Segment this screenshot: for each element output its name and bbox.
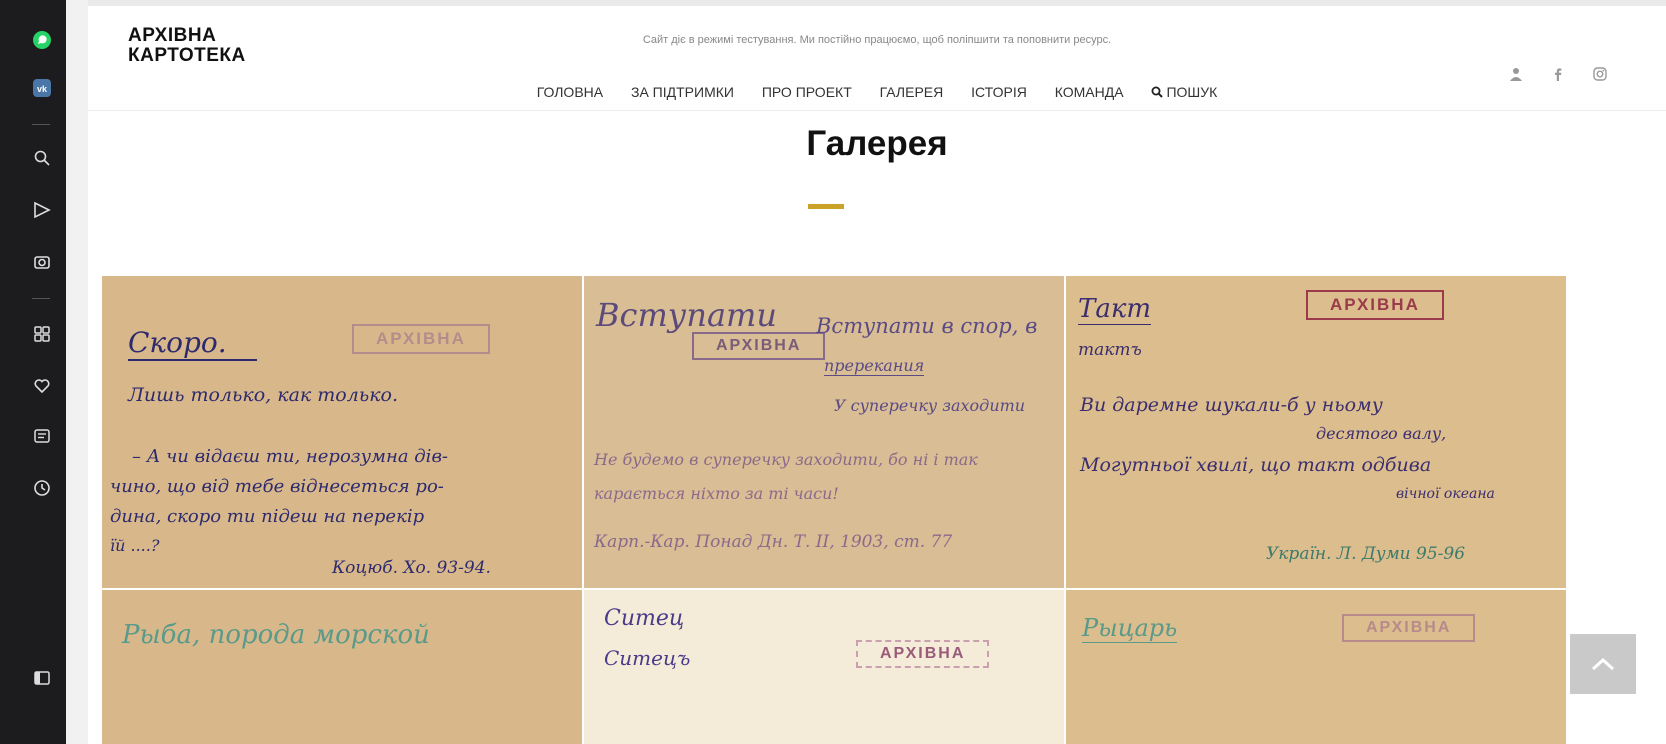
gallery-grid: Скоро. АРХІВНА Лишь только, как только. … [102, 276, 1566, 744]
card-line: пререкания [824, 356, 925, 376]
site-header: АРХІВНА КАРТОТЕКА Сайт діє в режимі тест… [88, 6, 1666, 111]
gallery-card[interactable]: Вступати АРХІВНА Вступати в спор, в прер… [584, 276, 1064, 588]
scroll-to-top-button[interactable] [1570, 634, 1636, 694]
history-icon[interactable] [30, 476, 54, 500]
nav-item-gallery[interactable]: ГАЛЕРЕЯ [880, 84, 944, 100]
card-line: десятого валу, [1316, 424, 1447, 443]
archive-stamp: АРХІВНА [692, 332, 826, 360]
svg-text:vk: vk [37, 84, 48, 94]
card-headword: Рыцарь [1082, 614, 1178, 643]
facebook-icon[interactable] [1550, 66, 1566, 82]
social-links [1508, 66, 1608, 82]
gallery-card[interactable]: Скоро. АРХІВНА Лишь только, как только. … [102, 276, 582, 588]
nav-item-team[interactable]: КОМАНДА [1055, 84, 1124, 100]
card-headword: Рыба, порода морской [122, 620, 430, 650]
web-page: АРХІВНА КАРТОТЕКА Сайт діє в режимі тест… [88, 0, 1666, 744]
card-headword: Такт [1078, 294, 1152, 325]
sidebar-divider [32, 298, 50, 299]
main-nav: ГОЛОВНА ЗА ПІДТРИМКИ ПРО ПРОЕКТ ГАЛЕРЕЯ … [88, 84, 1666, 100]
card-line: чино, що від тебе віднесеться ро- [110, 476, 444, 497]
nav-item-support[interactable]: ЗА ПІДТРИМКИ [631, 84, 734, 100]
card-line: – А чи відаєш ти, нерозумна дів- [132, 446, 449, 467]
nav-item-history[interactable]: ІСТОРІЯ [971, 84, 1027, 100]
gallery-card[interactable]: Такт АРХІВНА тактъ Ви даремне шукали-б у… [1066, 276, 1566, 588]
chevron-up-icon [1591, 657, 1615, 671]
instagram-icon[interactable] [1592, 66, 1608, 82]
apps-icon[interactable] [30, 322, 54, 346]
card-line: карається ніхто за ті часи! [594, 484, 839, 503]
card-line: тактъ [1078, 340, 1142, 360]
title-underline [808, 204, 844, 209]
card-line: Ви даремне шукали-б у ньому [1080, 394, 1383, 416]
vk-icon[interactable]: vk [30, 76, 54, 100]
card-line: У суперечку заходити [834, 396, 1026, 415]
nav-item-search[interactable]: ПОШУК [1151, 84, 1217, 100]
whatsapp-icon[interactable] [30, 28, 54, 52]
card-line: Лишь только, как только. [128, 384, 399, 406]
card-line: Ситецъ [604, 646, 691, 670]
gallery-card[interactable]: Рыба, порода морской [102, 590, 582, 744]
archive-stamp: АРХІВНА [856, 640, 990, 668]
site-logo[interactable]: АРХІВНА КАРТОТЕКА [128, 26, 246, 66]
nav-item-home[interactable]: ГОЛОВНА [537, 84, 603, 100]
archive-stamp: АРХІВНА [352, 324, 490, 354]
gallery-card[interactable]: Рыцарь АРХІВНА [1066, 590, 1566, 744]
page-title: Галерея [806, 124, 948, 163]
archive-stamp: АРХІВНА [1342, 614, 1476, 642]
card-line: Україн. Л. Думи 95-96 [1266, 544, 1466, 564]
browser-sidebar: vk [0, 0, 66, 744]
search-icon [1151, 86, 1164, 98]
card-headword: Вступати [596, 296, 777, 334]
nav-item-about[interactable]: ПРО ПРОЕКТ [762, 84, 852, 100]
sidebar-divider [32, 124, 50, 125]
panel-icon[interactable] [30, 666, 54, 690]
search-label: ПОШУК [1166, 84, 1218, 100]
card-line: Могутньої хвилі, що такт одбива [1080, 454, 1432, 476]
card-line: Вступати в спор, в [816, 314, 1038, 338]
gallery-card[interactable]: Ситец Ситецъ АРХІВНА [584, 590, 1064, 744]
send-icon[interactable] [30, 198, 54, 222]
archive-stamp: АРХІВНА [1306, 290, 1444, 320]
card-headword: Ситец [604, 606, 685, 631]
card-line: Коцюб. Хо. 93-94. [332, 558, 491, 578]
card-line: Не будемо в суперечку заходити, бо ні і … [594, 450, 978, 469]
notes-icon[interactable] [30, 424, 54, 448]
heart-icon[interactable] [30, 374, 54, 398]
sidebar-gutter [66, 0, 88, 744]
user-icon[interactable] [1508, 66, 1524, 82]
camera-icon[interactable] [30, 250, 54, 274]
card-line: Карп.-Кар. Понад Дн. Т. ІІ, 1903, ст. 77 [594, 532, 953, 552]
card-line: їй ....? [110, 536, 160, 555]
card-line: вічної океана [1396, 486, 1495, 502]
search-icon[interactable] [30, 146, 54, 170]
testing-notice: Сайт діє в режимі тестування. Ми постійн… [642, 34, 1112, 46]
card-headword: Скоро. [128, 326, 257, 361]
logo-line-2: КАРТОТЕКА [128, 45, 246, 66]
card-line: дина, скоро ти підеш на перекір [110, 506, 425, 527]
